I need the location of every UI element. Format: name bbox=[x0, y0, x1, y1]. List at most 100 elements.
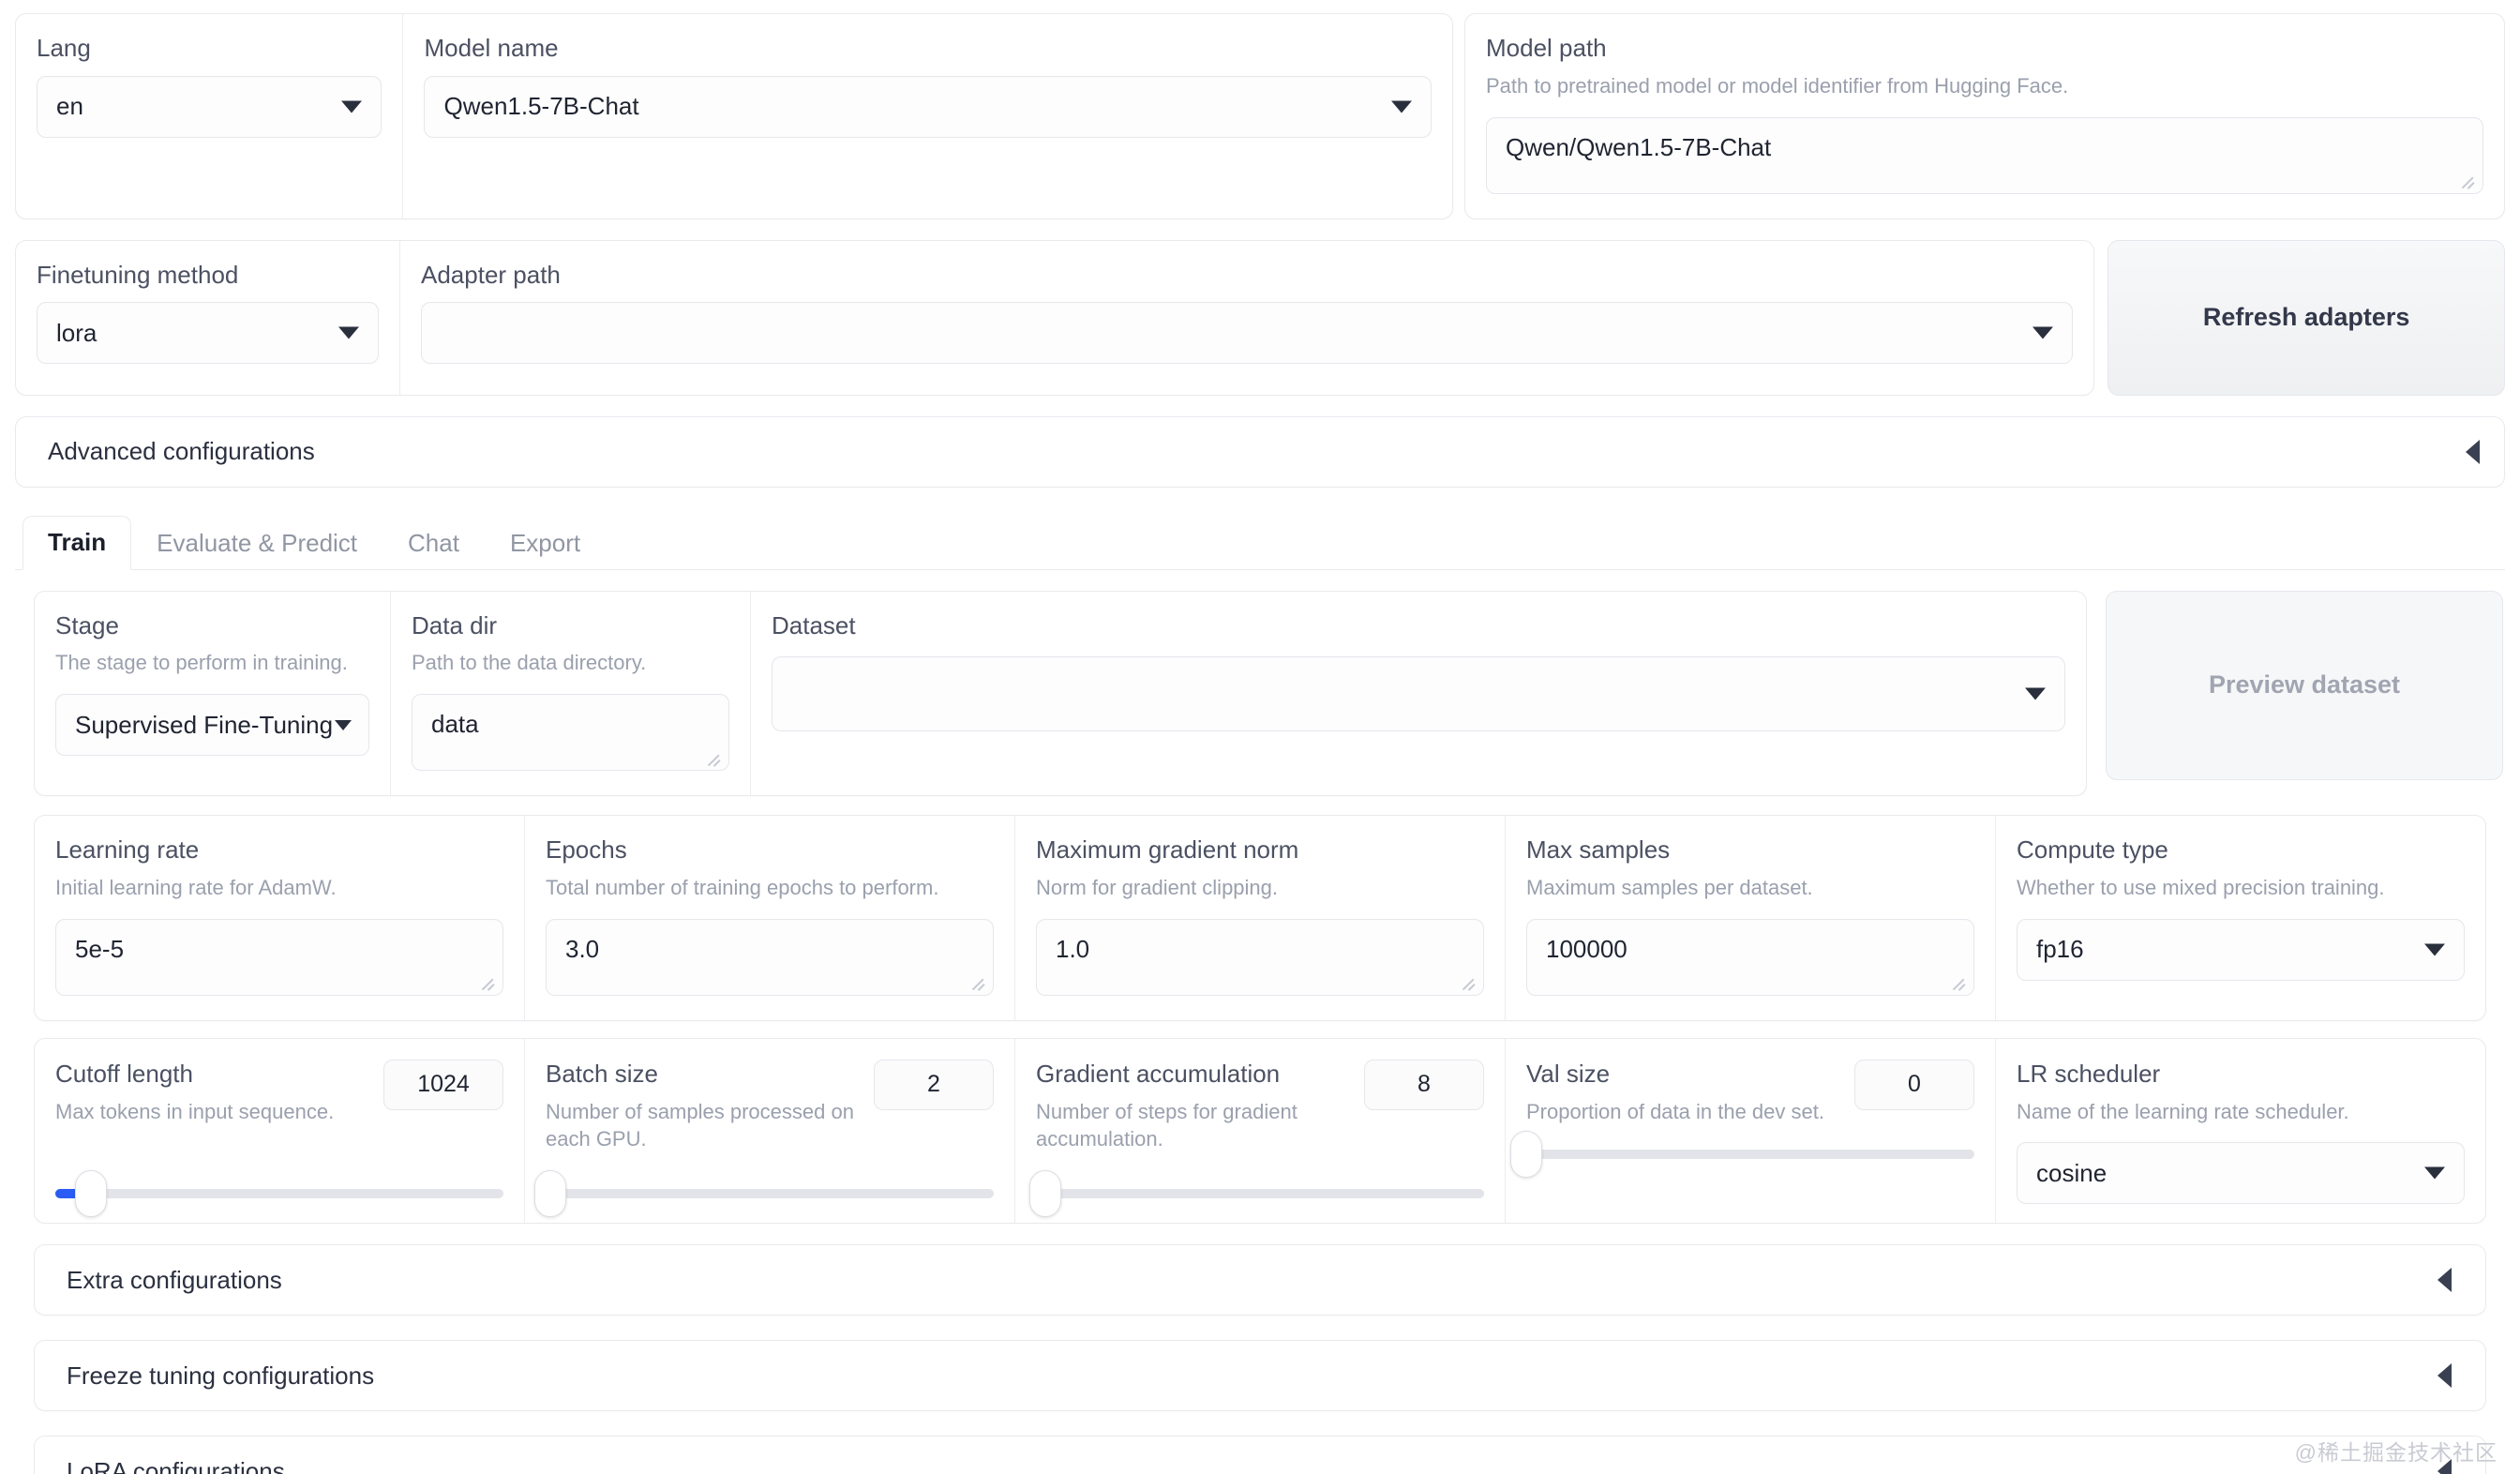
cutoff-length-header: Cutoff length Max tokens in input sequen… bbox=[55, 1060, 503, 1126]
chevron-down-icon bbox=[341, 100, 362, 113]
batch-size-value: 2 bbox=[927, 1071, 940, 1098]
gradient-accumulation-header: Gradient accumulation Number of steps fo… bbox=[1036, 1060, 1484, 1153]
dataset-dropdown[interactable] bbox=[772, 656, 2065, 731]
lr-scheduler-column: LR scheduler Name of the learning rate s… bbox=[1996, 1039, 2485, 1224]
batch-size-column: Batch size Number of samples processed o… bbox=[525, 1039, 1015, 1224]
lang-label: Lang bbox=[37, 35, 382, 63]
gradient-accumulation-label: Gradient accumulation bbox=[1036, 1060, 1336, 1089]
val-size-value: 0 bbox=[1908, 1071, 1921, 1098]
gradient-accumulation-hint: Number of steps for gradient accumulatio… bbox=[1036, 1098, 1336, 1153]
chevron-left-icon[interactable] bbox=[2438, 1268, 2452, 1292]
compute-type-dropdown[interactable]: fp16 bbox=[2017, 919, 2465, 981]
val-size-number-input[interactable]: 0 bbox=[1854, 1060, 1974, 1110]
batch-size-hint: Number of samples processed on each GPU. bbox=[546, 1098, 855, 1153]
tab-chat-label: Chat bbox=[408, 529, 459, 558]
gradient-accumulation-slider[interactable] bbox=[1036, 1189, 1484, 1198]
batch-size-slider-handle[interactable] bbox=[534, 1170, 566, 1217]
data-dir-textarea[interactable]: data bbox=[412, 694, 729, 771]
extra-configurations-accordion[interactable]: Extra configurations bbox=[34, 1244, 2486, 1316]
freeze-tuning-configurations-title: Freeze tuning configurations bbox=[67, 1361, 374, 1391]
tab-export[interactable]: Export bbox=[485, 516, 606, 570]
epochs-hint: Total number of training epochs to perfo… bbox=[546, 874, 994, 902]
stage-hint: The stage to perform in training. bbox=[55, 649, 369, 677]
resize-handle-icon[interactable] bbox=[704, 747, 721, 764]
model-name-label: Model name bbox=[424, 35, 1432, 63]
val-size-slider[interactable] bbox=[1526, 1150, 1974, 1159]
lang-dropdown[interactable]: en bbox=[37, 76, 382, 138]
cutoff-length-number-input[interactable]: 1024 bbox=[383, 1060, 503, 1110]
model-path-label: Model path bbox=[1486, 35, 2483, 63]
data-dir-column: Data dir Path to the data directory. dat… bbox=[391, 592, 751, 796]
data-dir-label: Data dir bbox=[412, 612, 729, 640]
resize-handle-icon[interactable] bbox=[1459, 972, 1476, 989]
model-path-panel: Model path Path to pretrained model or m… bbox=[1464, 13, 2505, 219]
freeze-tuning-configurations-accordion[interactable]: Freeze tuning configurations bbox=[34, 1340, 2486, 1411]
max-gradient-norm-value: 1.0 bbox=[1056, 935, 1089, 964]
epochs-value: 3.0 bbox=[565, 935, 599, 964]
max-samples-textarea[interactable]: 100000 bbox=[1526, 919, 1974, 996]
lr-scheduler-value: cosine bbox=[2036, 1159, 2107, 1188]
batch-size-slider[interactable] bbox=[546, 1189, 994, 1198]
adapter-path-dropdown[interactable] bbox=[421, 302, 2073, 364]
chevron-down-icon bbox=[2025, 688, 2046, 700]
preview-dataset-button[interactable]: Preview dataset bbox=[2106, 591, 2503, 780]
resize-handle-icon[interactable] bbox=[968, 972, 985, 989]
resize-handle-icon[interactable] bbox=[478, 972, 495, 989]
lang-column: Lang en bbox=[16, 14, 403, 218]
chevron-down-icon bbox=[1391, 100, 1412, 113]
cutoff-length-slider[interactable] bbox=[55, 1189, 503, 1198]
tab-evaluate-predict-label: Evaluate & Predict bbox=[157, 529, 357, 558]
hyperparameters-panel: Learning rate Initial learning rate for … bbox=[34, 815, 2486, 1021]
tabs-container: Train Evaluate & Predict Chat Export bbox=[15, 512, 2505, 570]
epochs-label: Epochs bbox=[546, 836, 994, 865]
adapter-path-column: Adapter path bbox=[400, 241, 2093, 395]
chevron-left-icon[interactable] bbox=[2466, 440, 2480, 464]
max-samples-value: 100000 bbox=[1546, 935, 1628, 964]
max-gradient-norm-textarea[interactable]: 1.0 bbox=[1036, 919, 1484, 996]
lora-configurations-accordion[interactable]: LoRA configurations bbox=[34, 1436, 2486, 1474]
tab-train[interactable]: Train bbox=[22, 516, 131, 570]
cutoff-length-slider-handle[interactable] bbox=[75, 1170, 107, 1217]
batch-size-number-input[interactable]: 2 bbox=[874, 1060, 994, 1110]
stage-column: Stage The stage to perform in training. … bbox=[35, 592, 391, 796]
gradient-accumulation-slider-handle[interactable] bbox=[1029, 1170, 1061, 1217]
app-root: Lang en Model name Qwen1.5-7B-Chat Model… bbox=[0, 0, 2520, 1474]
slider-parameters-panel: Cutoff length Max tokens in input sequen… bbox=[34, 1038, 2486, 1225]
advanced-configurations-accordion[interactable]: Advanced configurations bbox=[15, 416, 2505, 488]
epochs-textarea[interactable]: 3.0 bbox=[546, 919, 994, 996]
finetuning-row: Finetuning method lora Adapter path Refr… bbox=[15, 240, 2505, 396]
tab-chat[interactable]: Chat bbox=[382, 516, 485, 570]
model-path-value: Qwen/Qwen1.5-7B-Chat bbox=[1506, 133, 1771, 162]
model-selection-row: Lang en Model name Qwen1.5-7B-Chat Model… bbox=[15, 13, 2505, 219]
val-size-label: Val size bbox=[1526, 1060, 1824, 1089]
cutoff-length-label-wrap: Cutoff length Max tokens in input sequen… bbox=[55, 1060, 334, 1126]
chevron-left-icon[interactable] bbox=[2438, 1363, 2452, 1388]
finetuning-method-dropdown[interactable]: lora bbox=[37, 302, 379, 364]
stage-dropdown[interactable]: Supervised Fine-Tuning bbox=[55, 694, 369, 756]
resize-handle-icon[interactable] bbox=[1949, 972, 1966, 989]
max-samples-hint: Maximum samples per dataset. bbox=[1526, 874, 1974, 902]
model-name-dropdown[interactable]: Qwen1.5-7B-Chat bbox=[424, 76, 1432, 138]
model-selection-panel: Lang en Model name Qwen1.5-7B-Chat bbox=[15, 13, 1453, 219]
model-path-column: Model path Path to pretrained model or m… bbox=[1465, 14, 2504, 218]
max-gradient-norm-hint: Norm for gradient clipping. bbox=[1036, 874, 1484, 902]
learning-rate-value: 5e-5 bbox=[75, 935, 124, 964]
tab-evaluate-predict[interactable]: Evaluate & Predict bbox=[131, 516, 382, 570]
lr-scheduler-dropdown[interactable]: cosine bbox=[2017, 1142, 2465, 1204]
lr-scheduler-hint: Name of the learning rate scheduler. bbox=[2017, 1098, 2465, 1126]
model-path-textarea[interactable]: Qwen/Qwen1.5-7B-Chat bbox=[1486, 117, 2483, 194]
learning-rate-column: Learning rate Initial learning rate for … bbox=[35, 816, 525, 1020]
advanced-configurations-title: Advanced configurations bbox=[48, 437, 315, 466]
model-name-column: Model name Qwen1.5-7B-Chat bbox=[403, 14, 1452, 218]
gradient-accumulation-number-input[interactable]: 8 bbox=[1364, 1060, 1484, 1110]
learning-rate-textarea[interactable]: 5e-5 bbox=[55, 919, 503, 996]
batch-size-label-wrap: Batch size Number of samples processed o… bbox=[546, 1060, 855, 1153]
resize-handle-icon[interactable] bbox=[2458, 171, 2475, 188]
val-size-slider-handle[interactable] bbox=[1510, 1131, 1542, 1178]
batch-size-header: Batch size Number of samples processed o… bbox=[546, 1060, 994, 1153]
data-dir-value: data bbox=[431, 710, 479, 739]
learning-rate-label: Learning rate bbox=[55, 836, 503, 865]
val-size-hint: Proportion of data in the dev set. bbox=[1526, 1098, 1824, 1126]
refresh-adapters-button[interactable]: Refresh adapters bbox=[2108, 240, 2505, 396]
chevron-down-icon bbox=[335, 720, 352, 730]
